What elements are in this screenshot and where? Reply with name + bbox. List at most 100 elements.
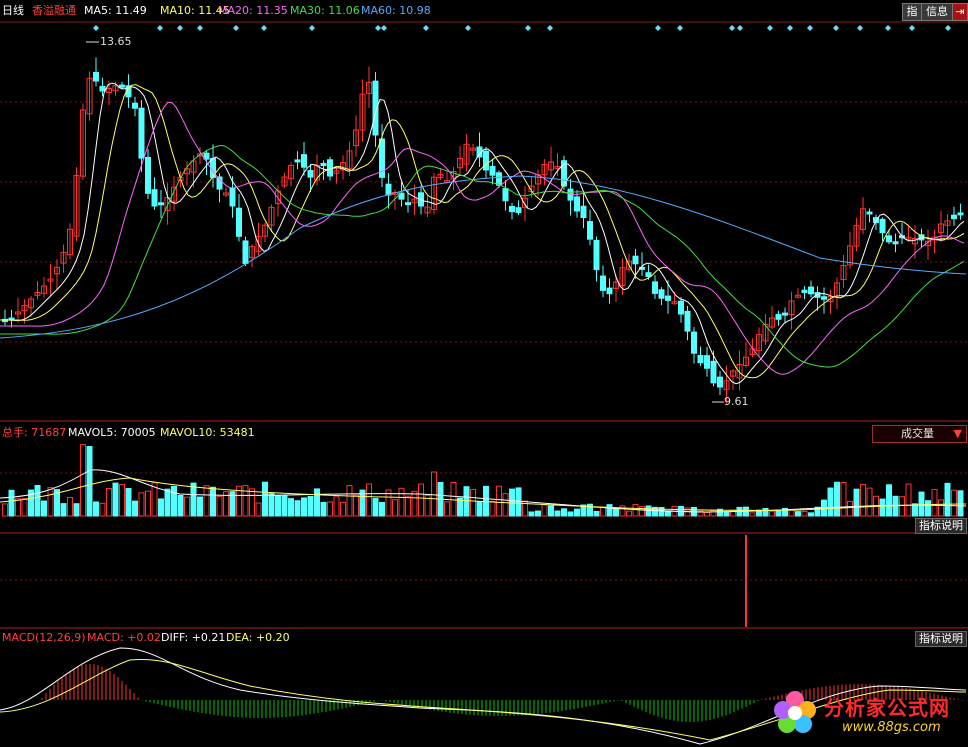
indicator-button[interactable]: 指	[902, 3, 922, 21]
candle-body	[405, 202, 411, 206]
volume-bar	[346, 485, 353, 517]
volume-bar	[775, 509, 782, 517]
volume-bar	[99, 502, 106, 517]
volume-bar	[41, 500, 47, 517]
candle-body	[489, 166, 496, 176]
volume-bar	[275, 495, 281, 517]
volume-bar	[2, 503, 8, 517]
volume-bar	[320, 501, 327, 517]
volume-bar	[392, 499, 398, 517]
volume-bar	[665, 510, 671, 517]
volume-bar	[548, 505, 554, 517]
flower-logo-icon	[774, 691, 816, 733]
candle-body	[782, 312, 788, 316]
event-marker-icon	[945, 25, 951, 31]
ma5-label: MA5: 11.49	[84, 4, 147, 17]
volume-bar	[249, 488, 255, 517]
volume-bar	[515, 487, 522, 517]
volume-bar	[411, 490, 418, 517]
chevron-down-icon: ▼	[953, 427, 962, 440]
volume-bar	[86, 445, 93, 517]
event-marker-icon	[833, 25, 839, 31]
volume-bar	[431, 471, 437, 517]
event-marker-icon	[381, 25, 387, 31]
candle-body	[99, 85, 106, 92]
volume-bar	[704, 511, 710, 517]
dea-value-label: DEA: +0.20	[226, 631, 290, 644]
volume-bar	[535, 510, 541, 517]
volume-explain-button[interactable]: 指标说明	[915, 518, 967, 534]
candle-body	[320, 162, 327, 167]
candle-body	[203, 152, 210, 160]
candle-body	[665, 295, 671, 301]
volume-bar	[561, 508, 567, 517]
candle-body	[294, 159, 301, 163]
volume-bar	[457, 497, 463, 517]
volume-bar	[912, 503, 918, 517]
indicator-select[interactable]: 成交量 ▼	[872, 425, 967, 443]
volume-bar	[567, 511, 574, 517]
volume-bar	[600, 506, 606, 517]
event-marker-icon	[787, 25, 793, 31]
volume-bar	[639, 506, 645, 517]
logo-title: 分析家公式网	[824, 696, 950, 720]
event-marker-icon	[767, 25, 773, 31]
candle-body	[574, 196, 580, 212]
stock-name: 香溢融通	[32, 4, 76, 17]
event-marker-icon	[857, 25, 863, 31]
candle-body	[587, 221, 593, 240]
volume-bar	[938, 499, 944, 517]
volume-bar	[925, 500, 931, 517]
event-marker-icon	[677, 25, 683, 31]
ma60-label: MA60: 10.98	[361, 4, 431, 17]
volume-bar	[15, 498, 21, 517]
event-marker-icon	[655, 25, 661, 31]
volume-bar	[119, 484, 125, 517]
event-marker-icon	[309, 25, 315, 31]
candle-body	[301, 154, 307, 168]
candle-body	[684, 310, 691, 332]
volume-bar	[554, 510, 561, 517]
candle-body	[704, 355, 710, 369]
volume-bar	[528, 511, 535, 517]
candle-body	[645, 272, 652, 277]
candle-body	[632, 255, 639, 265]
event-marker-icon	[885, 25, 891, 31]
event-marker-icon	[547, 25, 553, 31]
mavol5-label: MAVOL5: 70005	[68, 426, 156, 439]
volume-bar	[502, 493, 509, 517]
volume-bar	[190, 482, 197, 517]
candle-body	[509, 205, 515, 213]
exit-icon[interactable]: ⇥	[952, 3, 968, 21]
volume-bar	[886, 484, 892, 517]
event-marker-icon	[525, 25, 531, 31]
volume-bar	[210, 486, 216, 517]
volume-bar	[301, 497, 307, 517]
volume-bar	[203, 485, 210, 517]
macd-explain-button[interactable]: 指标说明	[915, 631, 967, 647]
macd-value-label: MACD: +0.02	[87, 631, 161, 644]
candle-body	[158, 202, 164, 206]
info-button[interactable]: 信息	[921, 3, 953, 21]
candle-body	[593, 239, 600, 271]
candle-body	[242, 240, 249, 264]
candle-body	[600, 275, 606, 291]
candle-body	[483, 150, 489, 171]
candle-body	[385, 183, 392, 196]
mavol10-label: MAVOL10: 53481	[160, 426, 255, 439]
candle-body	[801, 289, 808, 293]
event-marker-icon	[197, 25, 203, 31]
candle-body	[957, 212, 964, 216]
event-marker-icon	[157, 25, 163, 31]
period-label[interactable]: 日线	[2, 4, 24, 18]
event-marker-icon	[233, 25, 239, 31]
volume-bar	[171, 485, 177, 517]
candle-body	[145, 156, 151, 194]
ma5-line	[0, 82, 965, 385]
candle-body	[229, 187, 236, 207]
candle-body	[119, 84, 125, 88]
candle-body	[138, 107, 145, 159]
volume-bar	[801, 510, 808, 517]
volume-bar	[255, 502, 262, 517]
volume-bar	[944, 482, 951, 517]
